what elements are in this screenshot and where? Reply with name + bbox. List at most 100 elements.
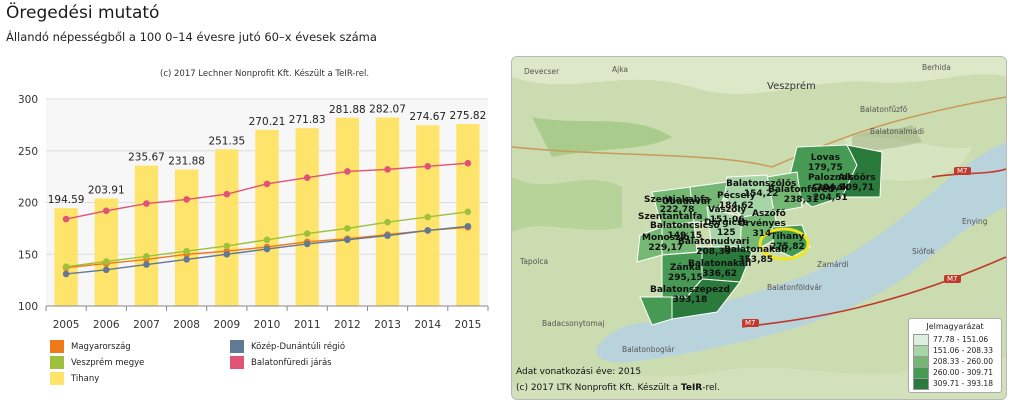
chart-legend: Magyarország Közép-Dunántúli régió Veszpré…	[50, 340, 470, 400]
x-tick-label: 2005	[53, 319, 80, 331]
place-label: Tapolca	[520, 257, 549, 266]
map-legend-row: 260.00 - 309.71	[913, 366, 997, 379]
y-tick-label: 100	[18, 301, 38, 313]
page-title: Öregedési mutató	[6, 3, 160, 23]
x-tick-label: 2015	[455, 319, 482, 331]
map-legend-swatch	[913, 377, 929, 390]
map-panel[interactable]: Devecser Ajka Berhida Veszprém Balatonfű…	[511, 56, 1007, 400]
map-legend-label: 208.33 - 260.00	[933, 357, 993, 366]
legend-label: Közép-Dunántúli régió	[251, 341, 346, 352]
bar-value-label: 203.91	[88, 184, 125, 196]
x-tick-label: 2013	[374, 319, 401, 331]
series-point	[102, 258, 110, 265]
series-point	[263, 180, 271, 188]
legend-swatch	[50, 356, 64, 369]
place-label: Balatonföldvár	[767, 283, 822, 292]
legend-item[interactable]: Veszprém megye	[50, 356, 144, 369]
map-legend-label: 309.71 - 393.18	[933, 379, 993, 388]
bar	[94, 198, 118, 306]
series-point	[62, 263, 70, 270]
bar	[295, 128, 319, 306]
bar-value-label: 270.21	[249, 116, 286, 128]
series-point	[464, 223, 472, 230]
bar-value-label: 274.67	[409, 111, 446, 123]
place-label: Badacsonytomaj	[542, 319, 605, 328]
bar-value-label: 251.35	[208, 135, 245, 147]
legend-label: Tihany	[71, 373, 100, 384]
x-tick-label: 2014	[414, 319, 441, 331]
y-tick-label: 150	[18, 249, 38, 261]
bar-value-label: 282.07	[369, 104, 406, 116]
region-label[interactable]: Aszófő	[752, 209, 786, 219]
x-tick-label: 2012	[334, 319, 361, 331]
region-label[interactable]: Lovas 179,75	[808, 153, 843, 173]
legend-swatch	[50, 340, 64, 353]
map-legend-row: 77.78 - 151.06	[913, 333, 997, 346]
bar-value-label: 194.59	[48, 194, 85, 206]
bar	[375, 117, 400, 306]
series-point	[344, 168, 351, 175]
series-point	[102, 207, 110, 215]
series-point	[464, 208, 472, 216]
series-point	[424, 162, 432, 170]
legend-label: Veszprém megye	[71, 357, 145, 368]
aging-index-chart: 100150200250300194.59203.91235.67 231.882…	[18, 94, 489, 331]
bar	[255, 129, 279, 306]
bar-value-label: 271.83	[289, 114, 326, 126]
place-label: Veszprém	[767, 81, 816, 92]
legend-item[interactable]: Balatonfüredi járás	[230, 356, 332, 369]
series-point	[183, 256, 190, 263]
series-point	[303, 174, 311, 181]
map-legend-label: 77.78 - 151.06	[933, 335, 989, 344]
series-point	[263, 245, 271, 253]
legend-label: Balatonfüredi járás	[251, 357, 332, 368]
region-label[interactable]: Óbudavár	[662, 197, 711, 207]
series-point	[384, 166, 391, 173]
series-point	[62, 215, 70, 223]
series-point	[424, 227, 432, 234]
legend-item[interactable]: Közép-Dunántúli régió	[230, 340, 345, 353]
series-point	[464, 159, 472, 167]
x-tick-label: 2011	[294, 319, 321, 331]
y-tick-label: 200	[18, 198, 38, 210]
x-tick-label: 2008	[173, 319, 200, 331]
bar	[215, 149, 239, 306]
place-label: Enying	[962, 217, 988, 226]
series-point	[263, 236, 271, 244]
place-label: Balatonboglár	[622, 345, 675, 354]
bar	[174, 169, 199, 306]
series-point	[384, 232, 391, 239]
place-label: Ajka	[612, 65, 629, 74]
region-label[interactable]: Balatonszepezd 393,18	[650, 285, 730, 305]
series-point	[223, 242, 231, 250]
series-point	[183, 196, 190, 203]
chart-credit: (c) 2017 Lechner Nonprofit Kft. Készült …	[160, 69, 370, 79]
place-label: Berhida	[922, 63, 951, 72]
series-point	[143, 253, 150, 260]
region-label[interactable]: Balatonakali 336,62	[688, 259, 751, 279]
legend-item[interactable]: Tihany	[50, 372, 99, 385]
place-label: Siófok	[912, 247, 936, 256]
series-point	[102, 266, 110, 274]
x-tick-label: 2009	[213, 319, 240, 331]
bar-value-label: 275.82	[450, 110, 487, 122]
bar	[134, 165, 159, 306]
region-label[interactable]: Alsóörs 309,71	[838, 173, 876, 193]
series-point	[424, 213, 432, 221]
region-label[interactable]: Szentantalfa	[638, 212, 702, 222]
page-subtitle: Állandó népességből a 100 0–14 évesre ju…	[6, 30, 377, 44]
legend-swatch	[230, 340, 244, 353]
road-badge: M7	[742, 319, 759, 327]
legend-item[interactable]: Magyarország	[50, 340, 131, 353]
region-label[interactable]: Balatonfüred 238,31	[768, 185, 834, 205]
series-point	[384, 218, 391, 226]
x-tick-label: 2007	[133, 319, 160, 331]
map-credit: (c) 2017 LTK Nonprofit Kft. Készült a Te…	[516, 383, 720, 393]
series-point	[344, 236, 351, 244]
place-label: Balatonalmádi	[870, 127, 925, 136]
series-point	[62, 270, 70, 278]
map-legend-label: 260.00 - 309.71	[933, 368, 993, 377]
bar	[335, 117, 360, 306]
x-tick-label: 2006	[93, 319, 120, 331]
road-badge: M7	[954, 167, 971, 175]
